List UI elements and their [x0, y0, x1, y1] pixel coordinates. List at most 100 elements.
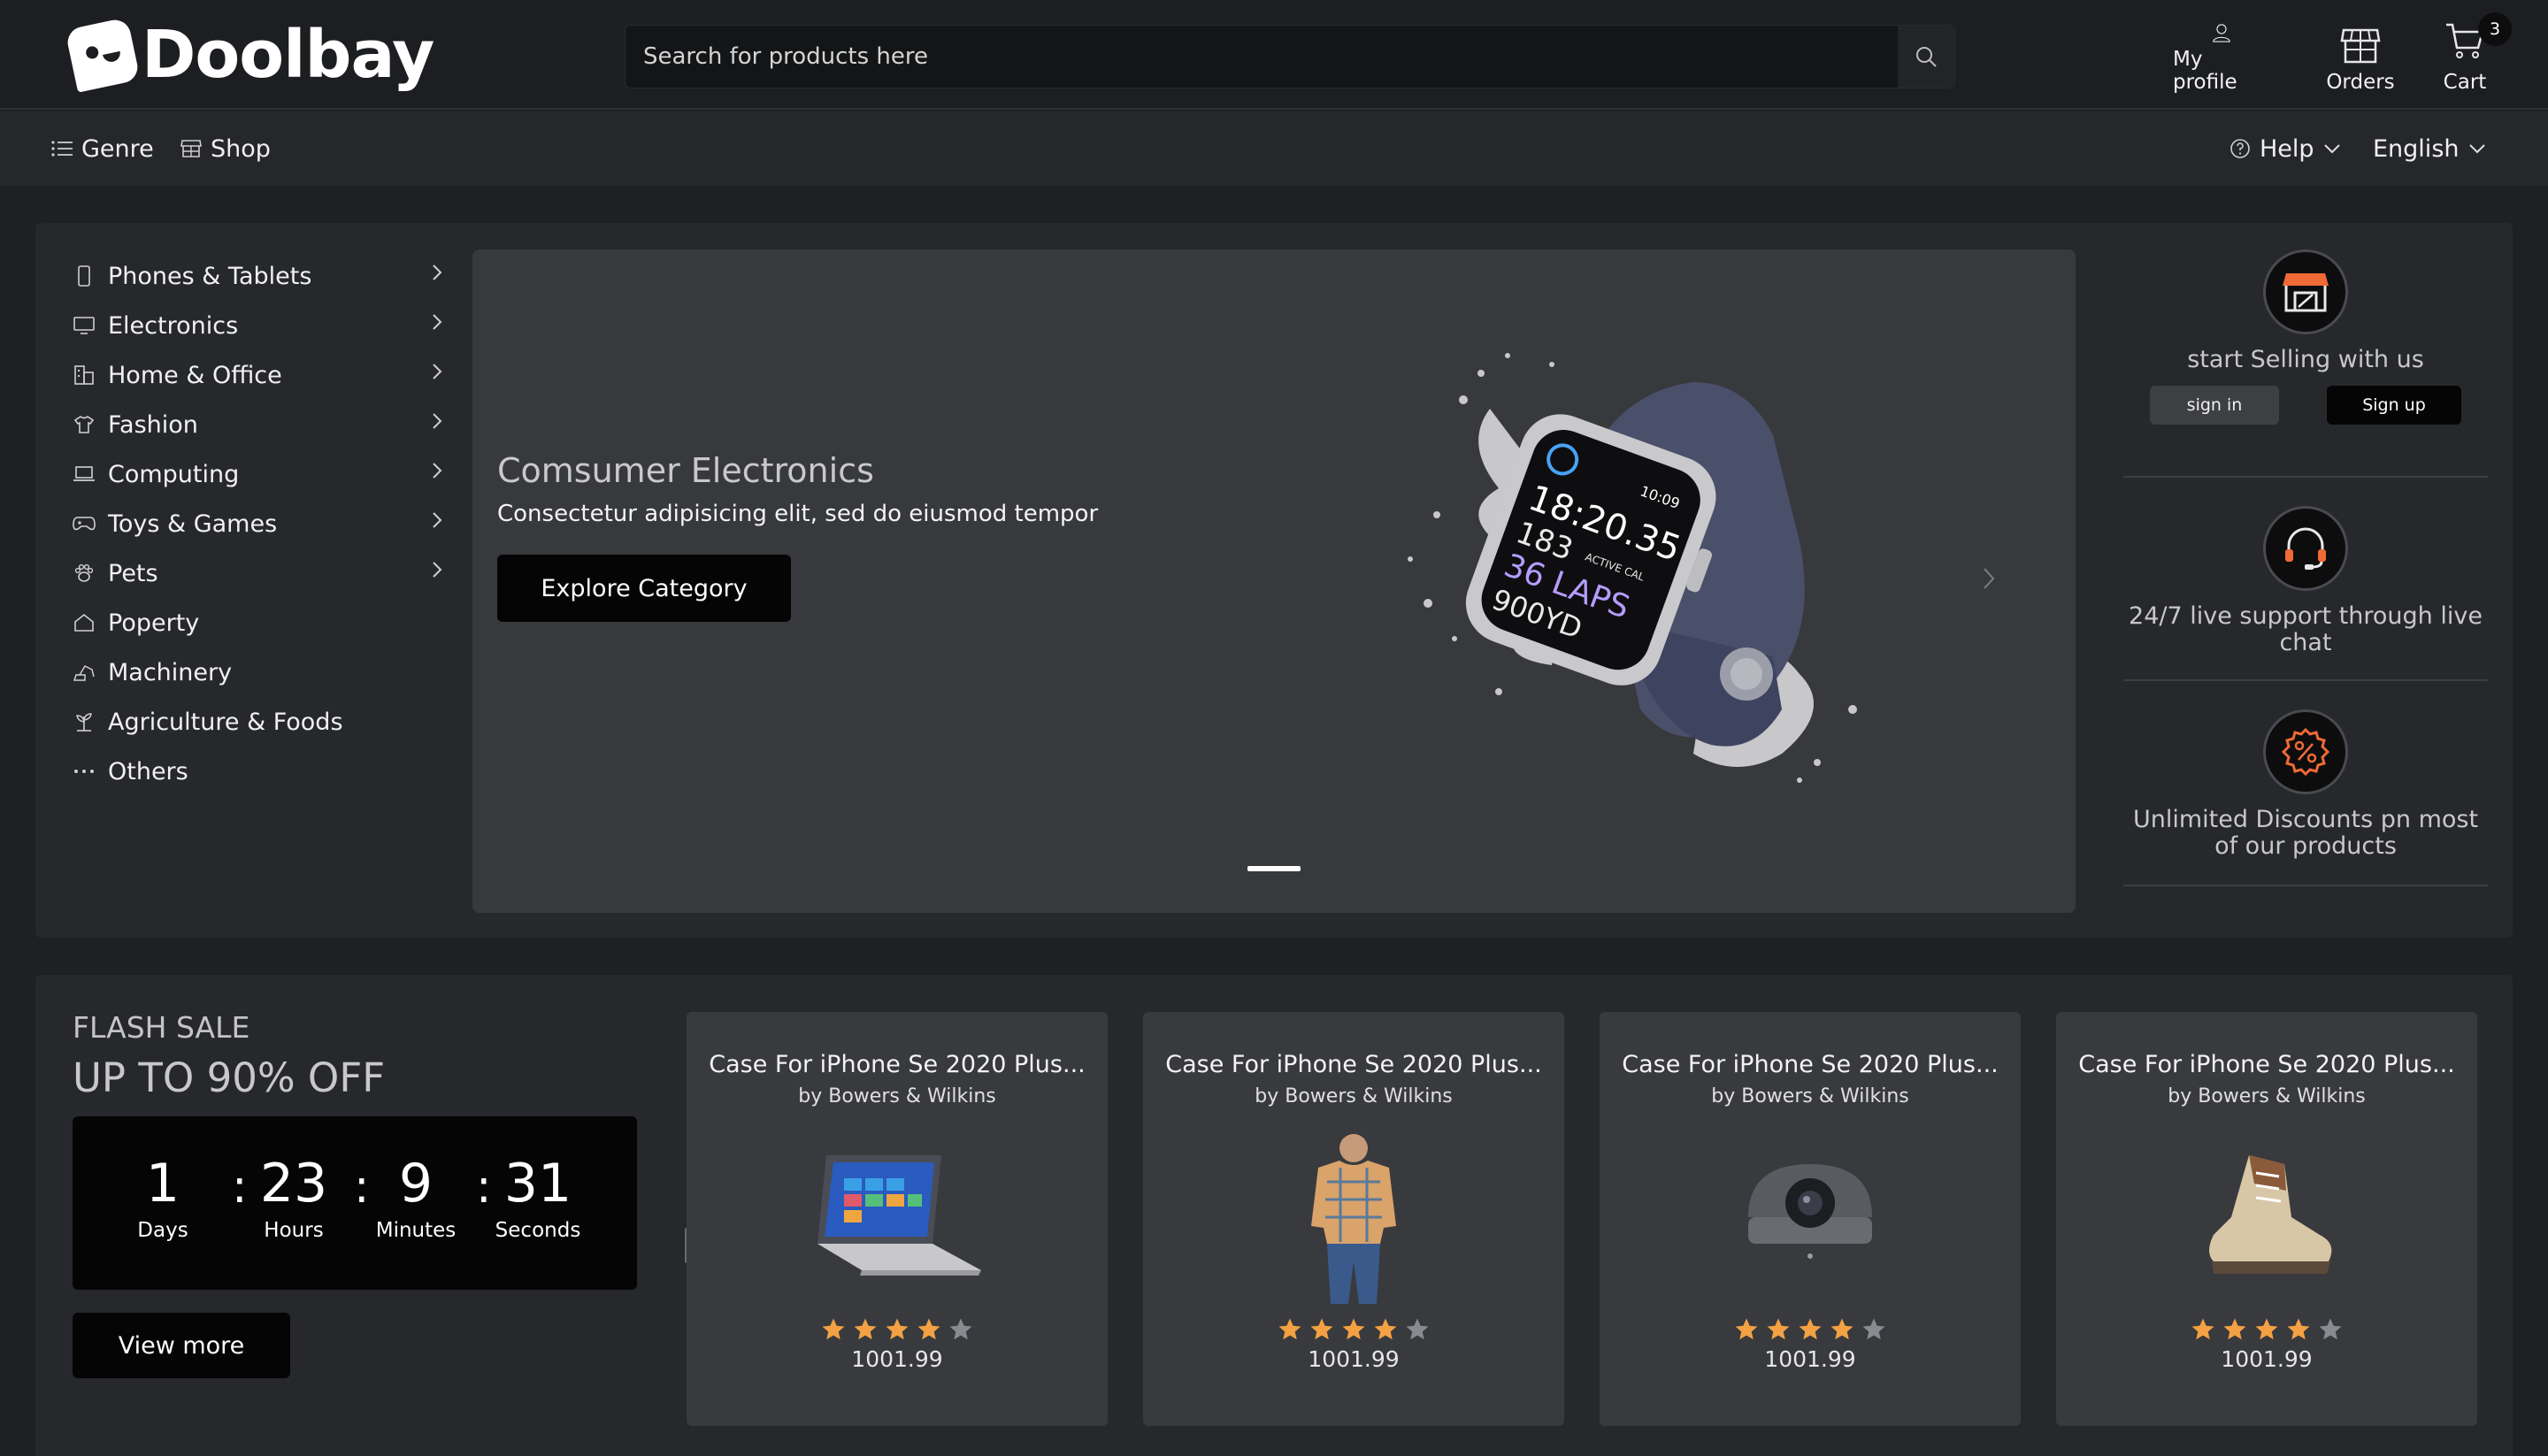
product-brand: by Bowers & Wilkins — [2168, 1085, 2366, 1107]
category-computing[interactable]: Computing — [71, 449, 442, 499]
product-brand: by Bowers & Wilkins — [1255, 1085, 1453, 1107]
search-button[interactable] — [1898, 26, 1954, 88]
product-image-shoe[interactable] — [2178, 1129, 2355, 1306]
smartwatch-image: 10:09 18:20.35 183 ACTIVE CAL 36 LAPS 90… — [1408, 353, 1857, 783]
category-property[interactable]: Poperty — [71, 598, 442, 648]
language-select[interactable]: English — [2373, 133, 2486, 165]
category-home-office[interactable]: Home & Office — [71, 350, 442, 400]
star-filled-icon — [886, 1318, 909, 1340]
product-card[interactable]: Case For iPhone Se 2020 Plus... by Bower… — [687, 1012, 1108, 1426]
star-empty-icon — [949, 1318, 972, 1340]
store-icon — [2340, 28, 2381, 64]
genre-label: Genre — [81, 134, 154, 163]
countdown-days-label: Days — [137, 1219, 188, 1242]
product-image-shirt[interactable] — [1265, 1129, 1442, 1306]
auth-buttons: sign in Sign up — [2123, 386, 2488, 425]
shirt-icon — [71, 415, 97, 434]
product-title[interactable]: Case For iPhone Se 2020 Plus... — [1143, 1051, 1564, 1078]
explore-category-button[interactable]: Explore Category — [497, 555, 791, 622]
start-selling-text: start Selling with us — [2187, 346, 2424, 373]
category-label: Others — [108, 757, 188, 785]
countdown-seconds-label: Seconds — [495, 1219, 581, 1242]
category-label: Fashion — [108, 410, 198, 439]
product-price: 1001.99 — [1764, 1346, 1856, 1372]
category-label: Computing — [108, 460, 240, 488]
plant-icon — [71, 711, 97, 732]
search-input[interactable] — [625, 26, 1898, 88]
product-brand: by Bowers & Wilkins — [798, 1085, 996, 1107]
star-filled-icon — [1830, 1318, 1853, 1340]
category-label: Home & Office — [108, 361, 282, 389]
star-filled-icon — [822, 1318, 845, 1340]
product-card[interactable]: Case For iPhone Se 2020 Plus... by Bower… — [1600, 1012, 2021, 1426]
cart-count-badge: 3 — [2478, 12, 2512, 46]
product-title[interactable]: Case For iPhone Se 2020 Plus... — [2056, 1051, 2477, 1078]
dots-icon — [71, 768, 97, 775]
sign-in-button[interactable]: sign in — [2150, 386, 2279, 425]
product-card[interactable]: Case For iPhone Se 2020 Plus... by Bower… — [1143, 1012, 1564, 1426]
countdown-seconds-value: 31 — [503, 1153, 572, 1215]
star-filled-icon — [2223, 1318, 2246, 1340]
brand-logo[interactable]: Doolbay — [65, 17, 434, 93]
star-filled-icon — [1342, 1318, 1365, 1340]
countdown-hours: 23 Hours — [241, 1155, 347, 1242]
top-header: Doolbay My profile Orders — [0, 0, 2548, 110]
countdown-timer: 1 Days : 23 Hours : 9 Minutes : 31 Secon… — [73, 1116, 637, 1290]
chevron-right-icon — [433, 512, 442, 528]
product-image-camera[interactable] — [1722, 1129, 1899, 1306]
shop-menu[interactable]: Shop — [180, 133, 271, 165]
paw-icon — [71, 563, 97, 583]
category-electronics[interactable]: Electronics — [71, 301, 442, 350]
category-label: Electronics — [108, 311, 239, 340]
search-icon — [1916, 47, 1937, 67]
category-pets[interactable]: Pets — [71, 548, 442, 598]
sign-up-button[interactable]: Sign up — [2327, 386, 2461, 425]
category-fashion[interactable]: Fashion — [71, 400, 442, 449]
product-title[interactable]: Case For iPhone Se 2020 Plus... — [687, 1051, 1108, 1078]
chevron-right-icon — [433, 562, 442, 578]
countdown-hours-value: 23 — [259, 1153, 328, 1215]
countdown-hours-label: Hours — [264, 1219, 324, 1242]
category-others[interactable]: Others — [71, 747, 442, 796]
chevron-right-icon — [433, 413, 442, 429]
countdown-seconds: 31 Seconds — [485, 1155, 591, 1242]
product-image-laptop[interactable] — [809, 1129, 986, 1306]
chevron-down-icon — [2468, 144, 2485, 154]
product-rating — [1143, 1316, 1564, 1343]
category-toys-games[interactable]: Toys & Games — [71, 499, 442, 548]
chevron-right-icon — [433, 264, 442, 280]
star-filled-icon — [1310, 1318, 1333, 1340]
phone-icon — [71, 265, 97, 287]
help-icon — [2230, 139, 2250, 158]
my-profile-button[interactable]: My profile — [2173, 23, 2270, 94]
category-machinery[interactable]: Machinery — [71, 648, 442, 697]
product-card[interactable]: Case For iPhone Se 2020 Plus... by Bower… — [2056, 1012, 2477, 1426]
my-profile-label: My profile — [2173, 48, 2237, 94]
building-icon — [71, 364, 97, 386]
product-title[interactable]: Case For iPhone Se 2020 Plus... — [1600, 1051, 2021, 1078]
carousel-next-icon[interactable] — [1982, 566, 1996, 591]
perk-support: 24/7 live support through live chat — [2123, 478, 2488, 681]
star-filled-icon — [1799, 1318, 1822, 1340]
help-label: Help — [2260, 134, 2314, 163]
category-label: Poperty — [108, 609, 200, 637]
chevron-right-icon — [433, 463, 442, 479]
product-brand: by Bowers & Wilkins — [1711, 1085, 1909, 1107]
countdown-days: 1 Days — [110, 1155, 216, 1242]
category-label: Agriculture & Foods — [108, 708, 343, 736]
cart-button[interactable]: 3 Cart — [2437, 12, 2512, 94]
perks-panel: start Selling with us sign in Sign up 24… — [2123, 249, 2488, 886]
orders-button[interactable]: Orders — [2325, 23, 2396, 94]
star-empty-icon — [1862, 1318, 1885, 1340]
category-list: Phones & Tablets Electronics Home & Offi… — [71, 251, 442, 796]
language-label: English — [2373, 134, 2460, 163]
product-price: 1001.99 — [851, 1346, 943, 1372]
shop-icon — [180, 140, 202, 157]
category-phones-tablets[interactable]: Phones & Tablets — [71, 251, 442, 301]
genre-menu[interactable]: Genre — [51, 133, 154, 165]
help-menu[interactable]: Help — [2230, 133, 2341, 165]
discount-badge-icon — [2263, 709, 2348, 794]
view-more-button[interactable]: View more — [73, 1313, 290, 1378]
category-agriculture-foods[interactable]: Agriculture & Foods — [71, 697, 442, 747]
carousel-indicator[interactable] — [1247, 866, 1301, 871]
